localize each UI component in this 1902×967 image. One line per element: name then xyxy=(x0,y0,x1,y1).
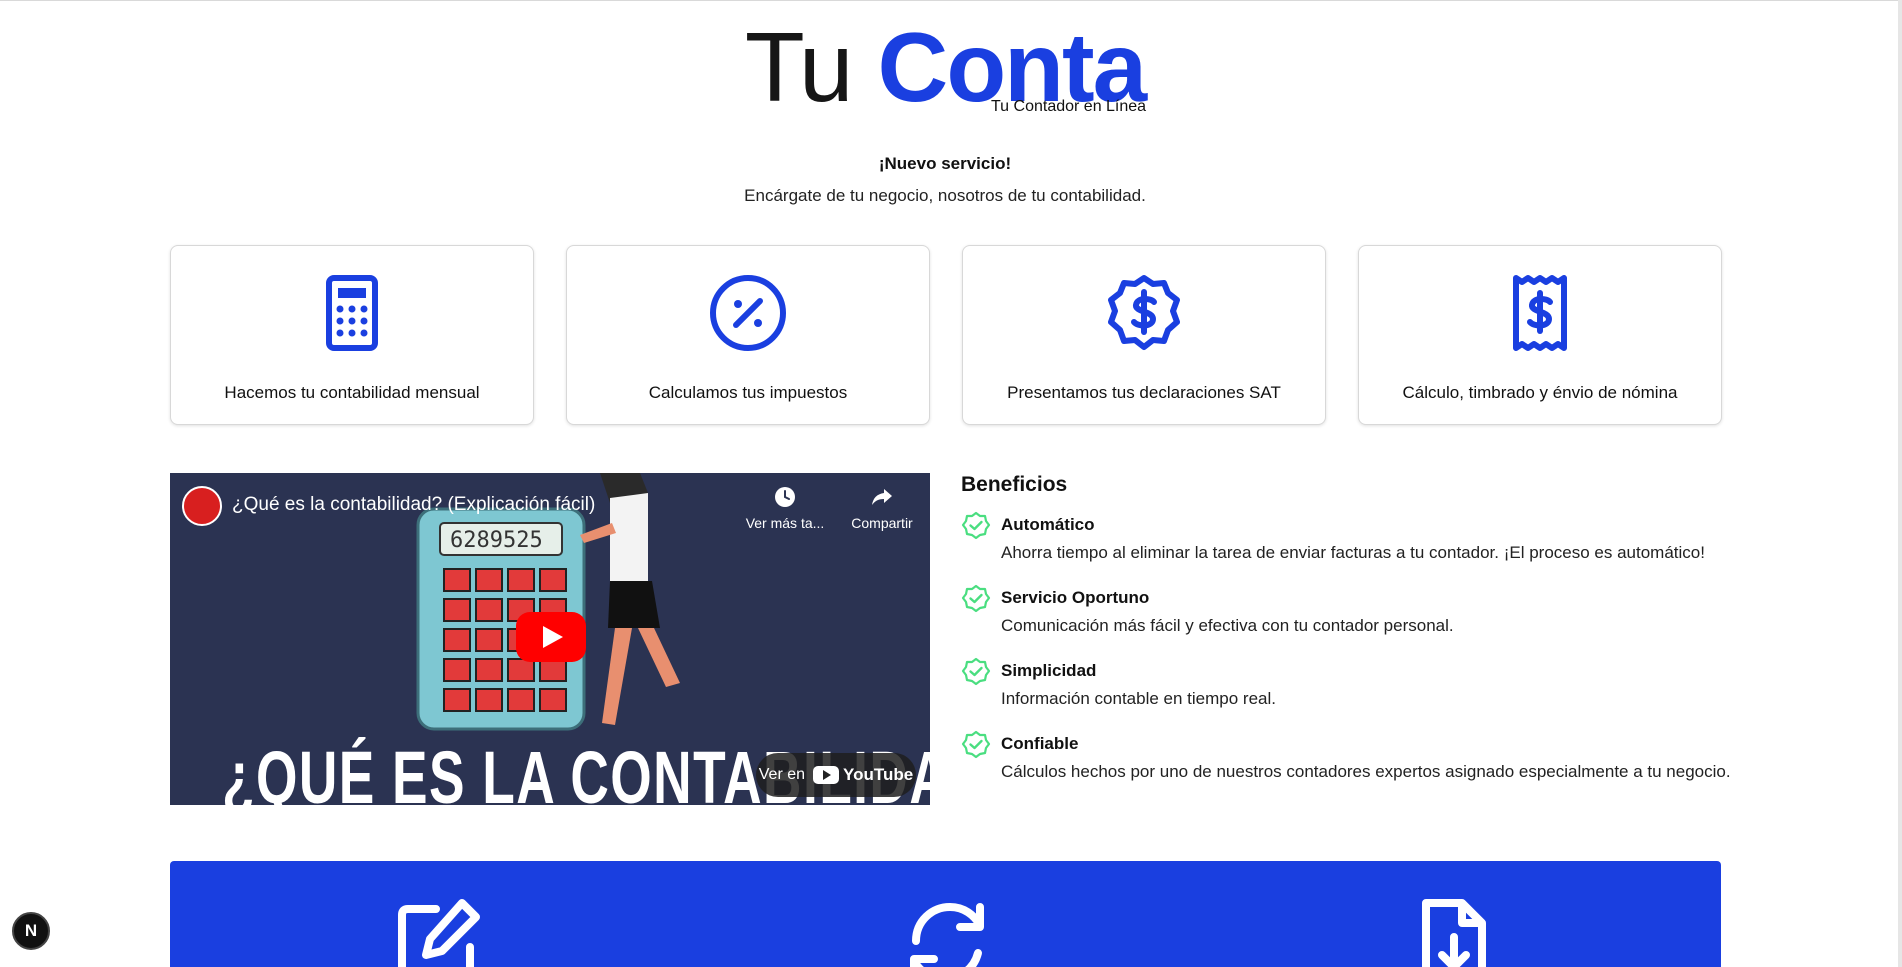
check-badge-icon xyxy=(961,730,991,759)
refresh-icon xyxy=(910,902,984,967)
brand-header: Tu Conta xyxy=(0,12,1890,122)
benefit-item: Servicio Oportuno Comunicación más fácil… xyxy=(961,584,1741,636)
scrollbar[interactable] xyxy=(1898,0,1902,967)
youtube-play-icon xyxy=(813,766,840,784)
benefit-title: Simplicidad xyxy=(1001,661,1097,680)
youtube-video-embed[interactable]: 6289525 ¿Qué es la contabilidad? (Explic… xyxy=(170,473,930,805)
share-button[interactable]: Compartir xyxy=(842,485,922,531)
share-label: Compartir xyxy=(851,515,913,531)
check-badge-icon xyxy=(961,657,991,686)
service-card-accounting: Hacemos tu contabilidad mensual xyxy=(170,245,534,425)
benefit-description: Cálculos hechos por uno de nuestros cont… xyxy=(1001,762,1731,781)
service-label: Calculamos tus impuestos xyxy=(648,383,848,402)
youtube-wordmark: YouTube xyxy=(843,765,914,784)
video-title[interactable]: ¿Qué es la contabilidad? (Explicación fá… xyxy=(232,494,595,516)
benefit-item: Automático Ahorra tiempo al eliminar la … xyxy=(961,511,1741,563)
benefit-title: Confiable xyxy=(1001,734,1079,753)
share-icon xyxy=(872,489,892,505)
brand-word-tu: Tu xyxy=(744,12,854,122)
clock-icon xyxy=(775,487,795,507)
file-download-icon xyxy=(1422,899,1486,967)
check-badge-icon xyxy=(961,511,991,540)
edit-icon xyxy=(398,899,480,967)
benefit-title: Servicio Oportuno xyxy=(1001,588,1150,607)
youtube-logo: YouTube xyxy=(813,765,913,785)
benefit-description: Ahorra tiempo al eliminar la tarea de en… xyxy=(1001,543,1705,562)
service-label: Cálculo, timbrado y énvio de nómina xyxy=(1402,383,1678,402)
brand-subtitle: Tu Contador en Línea xyxy=(991,98,1147,115)
channel-avatar[interactable] xyxy=(182,486,222,526)
benefit-title: Automático xyxy=(1001,515,1095,534)
benefit-item: Simplicidad Información contable en tiem… xyxy=(961,657,1741,709)
benefits-section: Beneficios Automático Ahorra tiempo al e… xyxy=(961,473,1741,803)
check-badge-icon xyxy=(961,584,991,613)
announcement-title: ¡Nuevo servicio! xyxy=(878,154,1012,173)
announcement-text: Encárgate de tu negocio, nosotros de tu … xyxy=(744,186,1146,205)
process-steps-banner xyxy=(170,861,1721,967)
watch-later-button[interactable]: Ver más ta... xyxy=(740,485,830,531)
benefit-item: Confiable Cálculos hechos por uno de nue… xyxy=(961,730,1741,782)
service-label: Hacemos tu contabilidad mensual xyxy=(224,383,480,402)
dev-tools-badge[interactable]: N xyxy=(12,912,50,950)
service-card-taxes: Calculamos tus impuestos xyxy=(566,245,930,425)
receipt-dollar-icon xyxy=(1513,275,1567,351)
play-button[interactable] xyxy=(516,612,586,662)
benefit-description: Información contable en tiempo real. xyxy=(1001,689,1276,708)
percent-circle-icon xyxy=(710,275,786,351)
watch-on-label: Ver en xyxy=(758,766,806,783)
watch-on-youtube-button[interactable]: Ver en YouTube xyxy=(756,753,916,797)
brand-logo[interactable]: Tu Conta xyxy=(0,12,1890,122)
service-card-payroll: Cálculo, timbrado y énvio de nómina xyxy=(1358,245,1722,425)
services-grid: Hacemos tu contabilidad mensual Calculam… xyxy=(170,245,1722,425)
service-label: Presentamos tus declaraciones SAT xyxy=(1007,383,1281,402)
service-card-declarations: Presentamos tus declaraciones SAT xyxy=(962,245,1326,425)
benefit-description: Comunicación más fácil y efectiva con tu… xyxy=(1001,616,1454,635)
top-divider xyxy=(0,0,1902,1)
benefits-heading: Beneficios xyxy=(961,473,1068,496)
dollar-badge-icon xyxy=(1108,275,1180,350)
calculator-icon xyxy=(326,275,378,351)
calculator-display: 6289525 xyxy=(450,528,543,553)
watch-later-label: Ver más ta... xyxy=(745,515,825,531)
